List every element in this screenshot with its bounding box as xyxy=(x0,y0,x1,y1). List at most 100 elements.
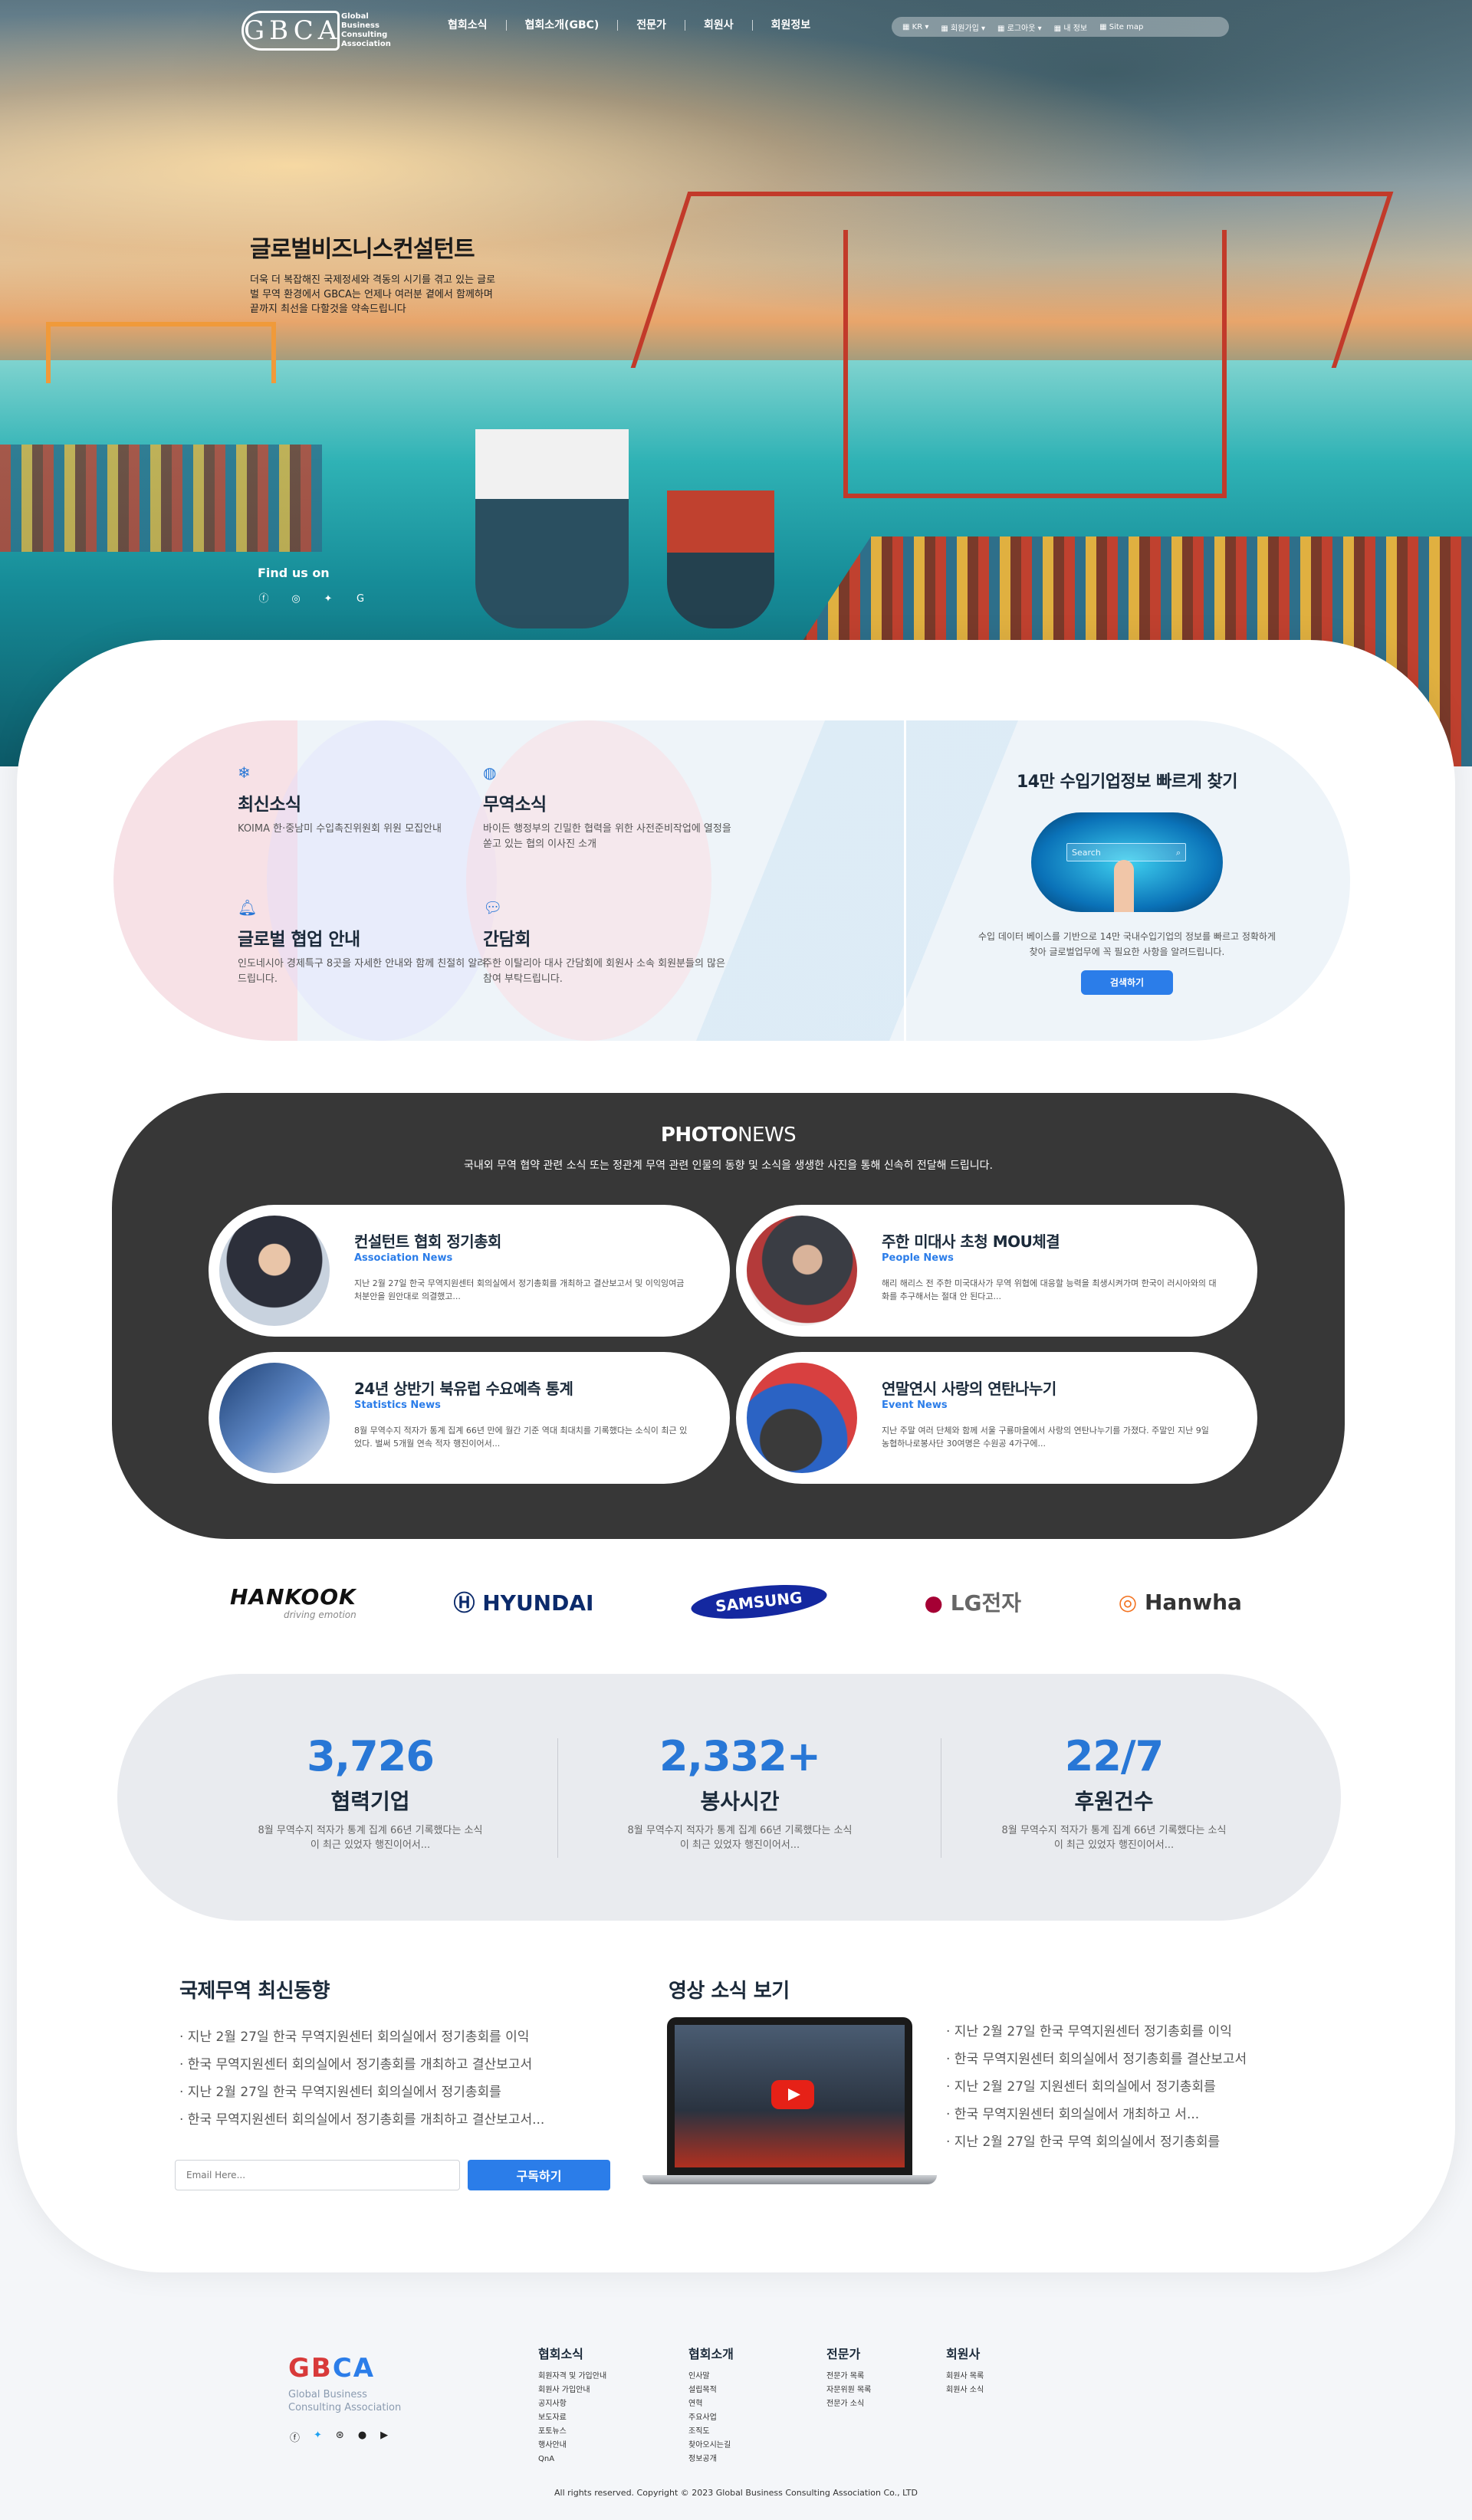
news-card[interactable]: 주한 미대사 초청 MOU체결 People News 해리 해리스 전 주한 … xyxy=(736,1205,1257,1337)
brand-samsung[interactable]: SAMSUNG xyxy=(689,1579,829,1625)
list-item[interactable]: · 지난 2월 27일 지원센터 회의실에서 정기총회를 xyxy=(946,2073,1247,2101)
brand-lg[interactable]: ● LG전자 xyxy=(925,1586,1022,1617)
play-icon[interactable] xyxy=(771,2080,814,2109)
footer-link[interactable]: 인사말 xyxy=(688,2370,734,2384)
footer-link[interactable]: 전문가 소식 xyxy=(826,2397,871,2411)
subscribe-button[interactable]: 구독하기 xyxy=(468,2160,610,2190)
menu-item-members[interactable]: 회원사 xyxy=(685,20,753,31)
twitter-icon[interactable]: ✦ xyxy=(320,592,336,607)
top-navigation: GBCA Global Business Consulting Associat… xyxy=(0,0,1472,61)
footer-column-members: 회원사 회원사 목록 회원사 소식 xyxy=(946,2344,984,2397)
footer-link[interactable]: 행사안내 xyxy=(538,2439,606,2453)
list-item[interactable]: · 한국 무역지원센터 회의실에서 정기총회를 결산보고서 xyxy=(946,2046,1247,2073)
info-item-title: 최신소식 xyxy=(238,795,301,815)
video-thumbnail xyxy=(675,2025,905,2167)
footer-link[interactable]: 자문위원 목록 xyxy=(826,2384,871,2397)
footer-link[interactable]: 보도자료 xyxy=(538,2411,606,2425)
trade-list: · 지난 2월 27일 한국 무역지원센터 회의실에서 정기총회를 이익 · 한… xyxy=(179,2023,609,2134)
info-item-trade[interactable]: ◍ 무역소식 바이든 행정부의 긴밀한 협력을 위한 사전준비작업에 열정을 쏟… xyxy=(483,763,736,852)
footer-link[interactable]: 회원자격 및 가입안내 xyxy=(538,2370,606,2384)
cargo-ship xyxy=(475,429,629,628)
news-thumbnail xyxy=(747,1216,857,1326)
footer-link[interactable]: 회원사 목록 xyxy=(946,2370,984,2384)
video-player[interactable] xyxy=(642,2017,937,2186)
news-card[interactable]: 24년 상반기 북유럽 수요예측 통계 Statistics News 8월 무… xyxy=(209,1352,730,1484)
list-item[interactable]: · 한국 무역지원센터 회의실에서 개최하고 서... xyxy=(946,2101,1247,2128)
info-item-title: 간담회 xyxy=(483,930,531,950)
footer-link[interactable]: 정보공개 xyxy=(688,2453,734,2466)
trade-title: 국제무역 최신동향 xyxy=(179,1980,330,2003)
sitemap-link[interactable]: ▦ Site map xyxy=(1099,23,1143,31)
news-category: People News xyxy=(882,1252,954,1264)
dribbble-icon[interactable]: ⊛ xyxy=(336,2430,344,2444)
bell-icon: 🔔︎ xyxy=(238,898,258,917)
list-item[interactable]: · 지난 2월 27일 한국 무역지원센터 회의실에서 정기총회를 xyxy=(179,2079,609,2106)
footer-link[interactable]: 전문가 목록 xyxy=(826,2370,871,2384)
list-item[interactable]: · 지난 2월 27일 한국 무역지원센터 회의실에서 정기총회를 이익 xyxy=(179,2023,609,2051)
brand-hyundai[interactable]: Ⓗ HYUNDAI xyxy=(453,1586,593,1617)
menu-item-about[interactable]: 협회소개(GBC) xyxy=(507,20,619,31)
footer-link[interactable]: 회원사 가입안내 xyxy=(538,2384,606,2397)
brand-hankook-tagline: driving emotion xyxy=(283,1609,356,1620)
news-description: 해리 해리스 전 주한 미국대사가 무역 위협에 대응할 능력을 최생시켜가며 … xyxy=(882,1278,1217,1301)
list-item[interactable]: · 한국 무역지원센터 회의실에서 정기총회를 개최하고 결산보고서 xyxy=(179,2051,609,2079)
news-card[interactable]: 연말연시 사랑의 연탄나누기 Event News 지난 주말 여러 단체와 함… xyxy=(736,1352,1257,1484)
hand-illustration xyxy=(1114,860,1134,912)
info-item-meeting[interactable]: 💬︎ 간담회 주한 이탈리아 대사 간담회에 회원사 소속 회원분들의 많은 참… xyxy=(483,898,736,987)
menu-item-experts[interactable]: 전문가 xyxy=(618,20,685,31)
title-light: NEWS xyxy=(738,1124,797,1147)
info-section: ❄ 최신소식 KOIMA 한·중남미 수입촉진위원회 위원 모집안내 ◍ 무역소… xyxy=(113,720,1350,1041)
footer-link[interactable]: 조직도 xyxy=(688,2425,734,2439)
speech-bubbles-icon: 💬︎ xyxy=(483,898,503,917)
footer-link[interactable]: QnA xyxy=(538,2453,606,2466)
github-icon[interactable]: ● xyxy=(358,2430,366,2444)
signup-link[interactable]: ▦ 회원가입 ▾ xyxy=(941,21,985,33)
youtube-icon[interactable]: ▶ xyxy=(380,2430,388,2444)
list-item[interactable]: · 지난 2월 27일 한국 무역 회의실에서 정기총회를 xyxy=(946,2128,1247,2156)
search-description: 수입 데이터 베이스를 기반으로 14만 국내수입기업의 정보를 빠르고 정확하… xyxy=(978,931,1276,957)
twitter-icon[interactable]: ✦ xyxy=(314,2430,322,2444)
logout-link[interactable]: ▦ 로그아웃 ▾ xyxy=(997,21,1042,33)
info-item-latest[interactable]: ❄ 최신소식 KOIMA 한·중남미 수입촉진위원회 위원 모집안내 xyxy=(238,763,491,837)
divider xyxy=(557,1738,558,1858)
footer-link[interactable]: 주요사업 xyxy=(688,2411,734,2425)
instagram-icon[interactable]: ◎ xyxy=(288,592,304,607)
logo-text-line: Association xyxy=(341,40,391,48)
stat-volunteer: 2,332+ 봉사시간 8월 무역수지 적자가 통계 집계 66년 기록했다는 … xyxy=(579,1674,901,1852)
footer-link[interactable]: 찾아오시는길 xyxy=(688,2439,734,2453)
search-input[interactable]: Search ⌕ xyxy=(1066,843,1186,861)
stat-sponsorship: 22/7 후원건수 8월 무역수지 적자가 통계 집계 66년 기록했다는 소식… xyxy=(953,1674,1275,1852)
language-selector[interactable]: ▦ KR ▾ xyxy=(902,23,928,31)
footer-link[interactable]: 공지사항 xyxy=(538,2397,606,2411)
search-illustration: Search ⌕ xyxy=(1031,812,1223,912)
my-info-link[interactable]: ▦ 내 정보 xyxy=(1054,21,1087,33)
brand-hanwha[interactable]: ◎ Hanwha xyxy=(1119,1590,1242,1615)
footer-link[interactable]: 연혁 xyxy=(688,2397,734,2411)
facebook-icon[interactable]: ⓕ xyxy=(290,2430,300,2444)
list-item[interactable]: · 한국 무역지원센터 회의실에서 정기총회를 개최하고 결산보고서... xyxy=(179,2106,609,2134)
info-item-title: 글로벌 협업 안내 xyxy=(238,930,360,950)
news-title: 컨설턴트 협회 정기총회 xyxy=(354,1232,501,1251)
list-item[interactable]: · 지난 2월 27일 한국 무역지원센터 정기총회를 이익 xyxy=(946,2018,1247,2046)
footer-link[interactable]: 설립목적 xyxy=(688,2384,734,2397)
email-field[interactable] xyxy=(175,2160,460,2190)
footer-link[interactable]: 포토뉴스 xyxy=(538,2425,606,2439)
hero-socials: ⓕ ◎ ✦ G xyxy=(256,592,368,607)
search-button[interactable]: 검색하기 xyxy=(1081,970,1173,995)
brand-hankook[interactable]: HANKOOK driving emotion xyxy=(230,1584,356,1620)
info-item-global[interactable]: 🔔︎ 글로벌 협업 안내 인도네시아 경제특구 8곳을 자세한 안내와 함께 친… xyxy=(238,898,491,987)
facebook-icon[interactable]: ⓕ xyxy=(256,592,271,607)
info-item-desc: KOIMA 한·중남미 수입촉진위원회 위원 모집안내 xyxy=(238,823,442,835)
menu-item-news[interactable]: 협회소식 xyxy=(429,20,507,31)
site-logo[interactable]: GBCA Global Business Consulting Associat… xyxy=(242,11,391,51)
title-bold: PHOTO xyxy=(660,1124,738,1147)
info-item-desc: 주한 이탈리아 대사 간담회에 회원사 소속 회원분들의 많은 참여 부탁드립니… xyxy=(483,958,725,985)
footer-link[interactable]: 회원사 소식 xyxy=(946,2384,984,2397)
footer-logo[interactable]: GBCA Global Business Consulting Associati… xyxy=(288,2353,401,2414)
menu-item-member-info[interactable]: 회원정보 xyxy=(753,20,830,31)
google-icon[interactable]: G xyxy=(353,592,368,607)
news-title: 24년 상반기 북유럽 수요예측 통계 xyxy=(354,1380,573,1398)
stat-label: 봉사시간 xyxy=(700,1789,780,1814)
news-card[interactable]: 컨설턴트 협회 정기총회 Association News 지난 2월 27일 … xyxy=(209,1205,730,1337)
logo-text-line: Consulting xyxy=(341,31,388,39)
